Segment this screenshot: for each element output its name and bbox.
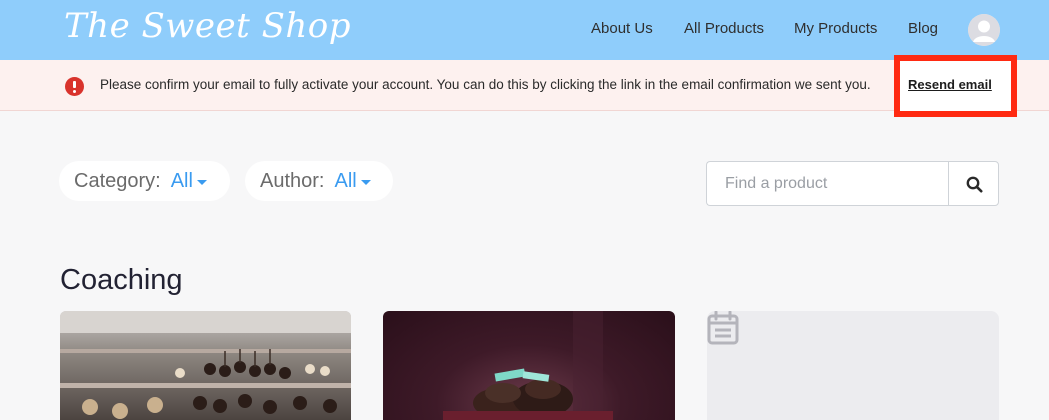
section-title: Coaching	[60, 264, 183, 296]
search-button[interactable]	[948, 161, 999, 206]
category-filter-value: All	[170, 169, 193, 192]
user-icon	[968, 14, 1000, 46]
banner-message: Please confirm your email to fully activ…	[100, 77, 871, 92]
chevron-down-icon	[196, 179, 207, 185]
author-filter-label: Author:	[260, 169, 325, 192]
product-card-placeholder[interactable]	[707, 311, 999, 420]
category-filter[interactable]: Category: All	[59, 161, 230, 201]
nav-my-products[interactable]: My Products	[794, 20, 877, 37]
author-filter-value: All	[334, 169, 357, 192]
calendar-icon	[707, 311, 739, 345]
site-logo[interactable]: The Sweet Shop	[64, 6, 351, 46]
chevron-down-icon	[360, 179, 371, 185]
search-icon	[966, 176, 983, 193]
chocolate-cupcake-image	[443, 311, 613, 420]
alert-icon	[65, 77, 84, 96]
resend-email-link[interactable]: Resend email	[908, 77, 992, 92]
nav-all-products[interactable]: All Products	[684, 20, 764, 37]
search-input[interactable]	[706, 161, 949, 206]
pastry-display-image	[60, 311, 351, 419]
author-filter[interactable]: Author: All	[245, 161, 393, 201]
nav-blog[interactable]: Blog	[908, 20, 938, 37]
category-filter-label: Category:	[74, 169, 161, 192]
user-avatar[interactable]	[968, 14, 1000, 46]
top-navbar: The Sweet Shop About Us All Products My …	[0, 0, 1049, 60]
product-card-image[interactable]	[60, 311, 351, 420]
email-confirmation-banner: Please confirm your email to fully activ…	[0, 60, 1049, 111]
product-card-image[interactable]	[383, 311, 675, 420]
nav-about-us[interactable]: About Us	[591, 20, 653, 37]
